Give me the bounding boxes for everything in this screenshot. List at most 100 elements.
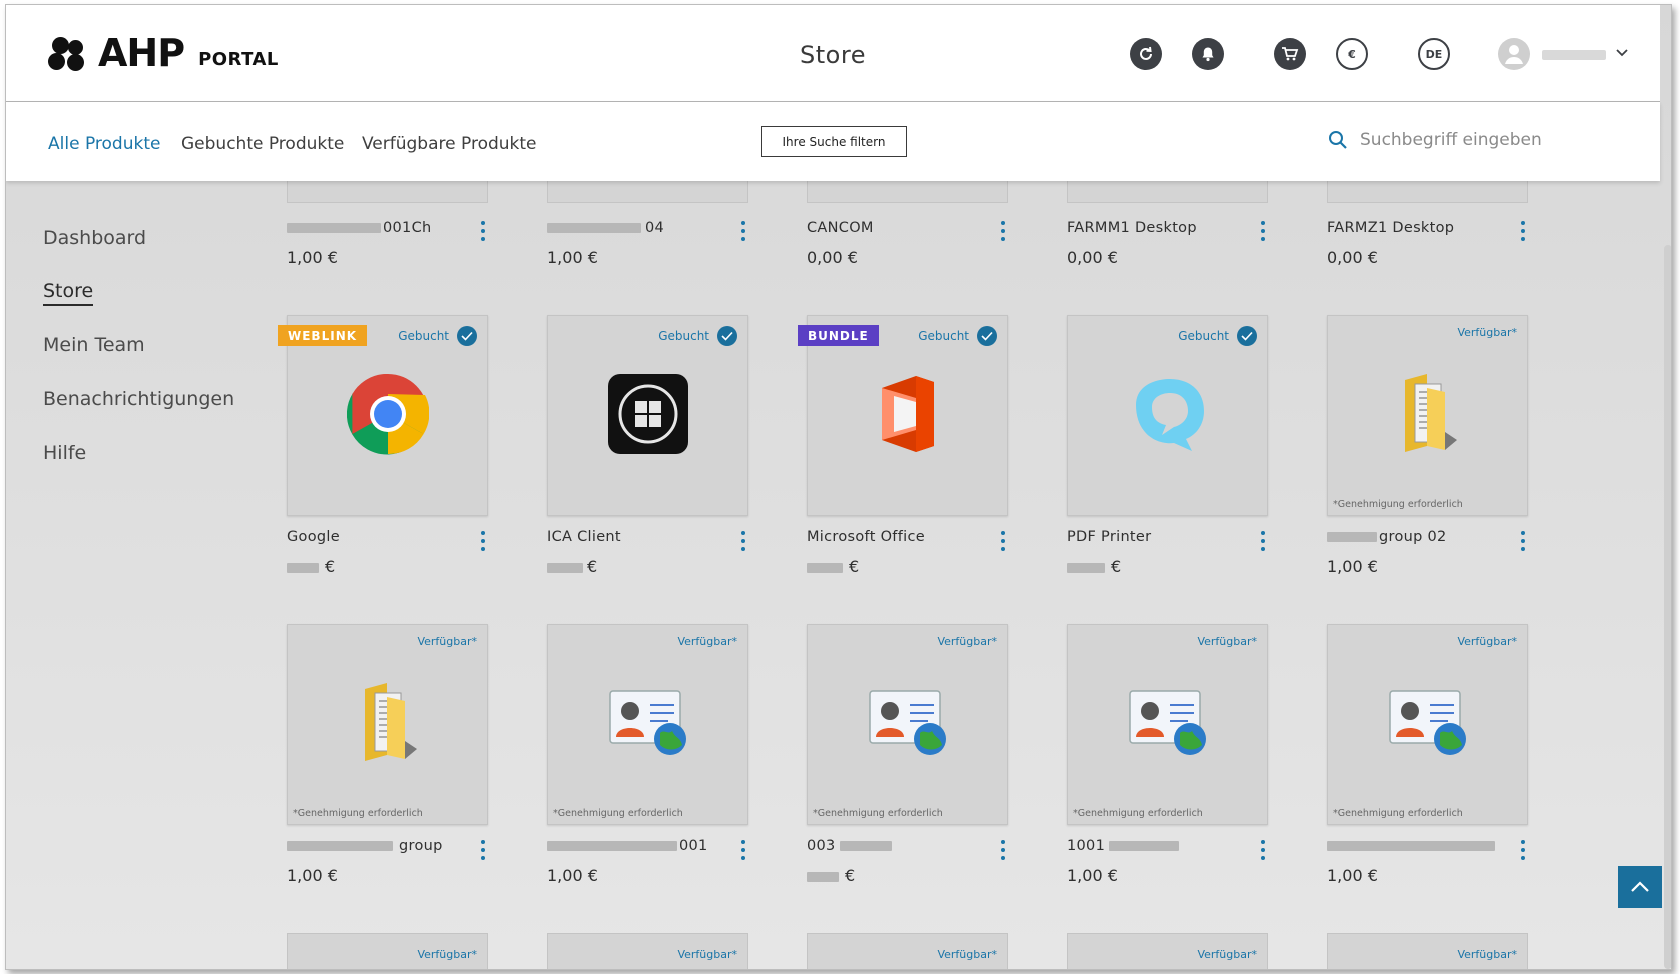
avatar[interactable] <box>1498 38 1530 70</box>
tab-gebuchte-produkte[interactable]: Gebuchte Produkte <box>181 134 344 154</box>
status-badge: Verfügbar* <box>677 948 737 961</box>
product-name[interactable]: FARMZ1 Desktop <box>1327 220 1454 236</box>
product-card-003[interactable]: Verfügbar* *Genehmigung erforderlich <box>807 624 1008 825</box>
more-options-icon[interactable] <box>1520 840 1526 860</box>
product-card-group[interactable]: Verfügbar* *Genehmigung erforderlich <box>287 624 488 825</box>
product-card-ica-client[interactable]: Gebucht <box>547 315 748 516</box>
scroll-to-top-button[interactable] <box>1618 866 1662 908</box>
windows-icon <box>607 373 689 459</box>
check-icon <box>457 326 477 346</box>
product-card-top[interactable] <box>807 181 1008 203</box>
more-options-icon[interactable] <box>740 840 746 860</box>
contact-card-icon <box>868 689 948 761</box>
sidebar-item-dashboard[interactable]: Dashboard <box>43 227 146 249</box>
product-card-bottom[interactable]: Verfügbar* <box>1327 933 1528 969</box>
product-card-bottom[interactable]: Verfügbar* <box>547 933 748 969</box>
product-card-top[interactable] <box>1327 181 1528 203</box>
scrollbar[interactable] <box>1664 245 1671 969</box>
product-card-1001[interactable]: Verfügbar* *Genehmigung erforderlich <box>1067 624 1268 825</box>
product-price: € <box>547 557 597 576</box>
product-card-bottom[interactable]: Verfügbar* <box>807 933 1008 969</box>
product-name[interactable]: Google <box>287 529 340 545</box>
more-options-icon[interactable] <box>480 840 486 860</box>
product-name[interactable]: ICA Client <box>547 529 621 545</box>
refresh-button[interactable] <box>1130 38 1162 70</box>
product-card-top[interactable] <box>287 181 488 203</box>
tab-alle-produkte[interactable]: Alle Produkte <box>48 134 160 154</box>
sidebar-item-mein-team[interactable]: Mein Team <box>43 334 145 356</box>
product-price: 0,00 € <box>807 248 858 267</box>
product-price: € <box>1067 557 1121 576</box>
sidebar-item-hilfe[interactable]: Hilfe <box>43 442 86 464</box>
product-card-pdf-printer[interactable]: Gebucht <box>1067 315 1268 516</box>
product-price: 0,00 € <box>1327 248 1378 267</box>
bundle-badge: BUNDLE <box>798 325 879 346</box>
check-icon <box>1237 326 1257 346</box>
product-card-001[interactable]: Verfügbar* *Genehmigung erforderlich <box>547 624 748 825</box>
product-name[interactable]: 04 <box>547 220 664 236</box>
sidebar-item-store[interactable]: Store <box>43 280 94 306</box>
product-card-microsoft-office[interactable]: BUNDLE Gebucht <box>798 315 1008 516</box>
product-name[interactable]: group <box>287 838 443 854</box>
product-name[interactable]: 003 <box>807 838 892 854</box>
product-name[interactable]: 1001 <box>1067 838 1180 854</box>
product-price: 0,00 € <box>1067 248 1118 267</box>
tab-verfuegbare-produkte[interactable]: Verfügbare Produkte <box>362 134 537 154</box>
user-name-redacted[interactable] <box>1542 50 1606 60</box>
office-icon <box>876 374 940 458</box>
approval-note: *Genehmigung erforderlich <box>813 808 943 819</box>
user-icon <box>1505 45 1523 64</box>
product-card-redacted[interactable]: Verfügbar* *Genehmigung erforderlich <box>1327 624 1528 825</box>
more-options-icon[interactable] <box>1520 531 1526 551</box>
product-name[interactable]: PDF Printer <box>1067 529 1151 545</box>
product-name[interactable]: FARMM1 Desktop <box>1067 220 1197 236</box>
product-card-top[interactable] <box>547 181 748 203</box>
weblink-badge: WEBLINK <box>278 325 368 346</box>
product-card-top[interactable] <box>1067 181 1268 203</box>
more-options-icon[interactable] <box>740 221 746 241</box>
product-name[interactable]: 001Ch <box>287 220 432 236</box>
cart-button[interactable] <box>1274 38 1306 70</box>
status-badge: Verfügbar* <box>1457 635 1517 648</box>
status-badge: Verfügbar* <box>1457 326 1517 339</box>
more-options-icon[interactable] <box>480 221 486 241</box>
more-options-icon[interactable] <box>1520 221 1526 241</box>
product-name[interactable]: CANCOM <box>807 220 874 236</box>
sidebar: Dashboard Store Mein Team Benachrichtigu… <box>6 181 254 969</box>
language-button[interactable]: DE <box>1418 38 1450 70</box>
more-options-icon[interactable] <box>1260 840 1266 860</box>
browser-frame: AHP PORTAL Store € DE Alle Produkte Gebu… <box>5 4 1672 970</box>
product-name[interactable]: group 02 <box>1327 529 1447 545</box>
product-name[interactable]: 001 <box>547 838 708 854</box>
sidebar-item-benachrichtigungen[interactable]: Benachrichtigungen <box>43 388 234 410</box>
product-price: 1,00 € <box>547 866 598 885</box>
product-price: € <box>287 557 335 576</box>
notifications-button[interactable] <box>1192 38 1224 70</box>
currency-button[interactable]: € <box>1336 38 1368 70</box>
search-icon <box>1329 131 1347 149</box>
product-price: 1,00 € <box>1327 557 1378 576</box>
top-header: AHP PORTAL Store € DE <box>6 5 1660 102</box>
status-badge: Gebucht <box>918 326 997 346</box>
product-name[interactable]: Microsoft Office <box>807 529 925 545</box>
more-options-icon[interactable] <box>1260 221 1266 241</box>
product-card-bottom[interactable]: Verfügbar* <box>1067 933 1268 969</box>
more-options-icon[interactable] <box>1000 531 1006 551</box>
more-options-icon[interactable] <box>1000 221 1006 241</box>
search-field[interactable]: Suchbegriff eingeben <box>1328 130 1542 150</box>
more-options-icon[interactable] <box>1260 531 1266 551</box>
chevron-down-icon[interactable] <box>1616 43 1628 62</box>
filter-button[interactable]: Ihre Suche filtern <box>761 126 907 157</box>
store-subnav: Alle Produkte Gebuchte Produkte Verfügba… <box>6 102 1660 181</box>
more-options-icon[interactable] <box>740 531 746 551</box>
status-badge: Verfügbar* <box>1457 948 1517 961</box>
search-input[interactable]: Suchbegriff eingeben <box>1360 130 1542 150</box>
product-name[interactable] <box>1327 838 1495 854</box>
approval-note: *Genehmigung erforderlich <box>1333 808 1463 819</box>
more-options-icon[interactable] <box>1000 840 1006 860</box>
product-price: € <box>807 866 855 885</box>
product-card-group-02[interactable]: Verfügbar* *Genehmigung erforderlich <box>1327 315 1528 516</box>
product-card-google[interactable]: WEBLINK Gebucht <box>278 315 488 516</box>
product-card-bottom[interactable]: Verfügbar* <box>287 933 488 969</box>
more-options-icon[interactable] <box>480 531 486 551</box>
